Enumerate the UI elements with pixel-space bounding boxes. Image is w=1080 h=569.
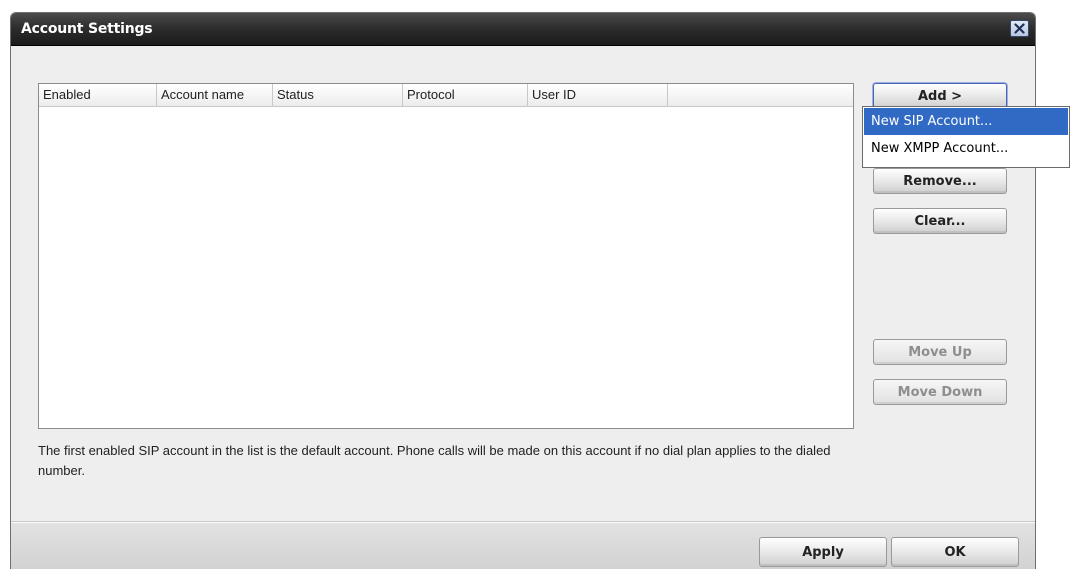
list-header: Enabled Account name Status Protocol Use… (39, 84, 853, 107)
move-up-button[interactable]: Move Up (873, 339, 1007, 365)
remove-button[interactable]: Remove... (873, 168, 1007, 194)
list-body[interactable] (39, 107, 853, 428)
column-header-protocol[interactable]: Protocol (403, 84, 528, 106)
menu-item-new-xmpp-account[interactable]: New XMPP Account... (864, 135, 1068, 162)
ok-button[interactable]: OK (891, 537, 1019, 567)
close-x-icon (1014, 23, 1025, 34)
column-header-user-id[interactable]: User ID (528, 84, 668, 106)
apply-button[interactable]: Apply (759, 537, 887, 567)
close-button[interactable] (1010, 20, 1029, 37)
move-down-button[interactable]: Move Down (873, 379, 1007, 405)
title-bar[interactable]: Account Settings (11, 13, 1035, 46)
column-header-status[interactable]: Status (273, 84, 403, 106)
clear-button[interactable]: Clear... (873, 208, 1007, 234)
help-text: The first enabled SIP account in the lis… (38, 443, 831, 478)
column-header-account-name[interactable]: Account name (157, 84, 273, 106)
accounts-list[interactable]: Enabled Account name Status Protocol Use… (38, 83, 854, 429)
account-settings-dialog: Account Settings Enabled Account name St… (10, 12, 1036, 569)
menu-item-new-sip-account[interactable]: New SIP Account... (864, 108, 1068, 135)
window-title: Account Settings (21, 21, 153, 37)
add-account-menu: New SIP Account... New XMPP Account... (862, 106, 1070, 168)
column-header-enabled[interactable]: Enabled (39, 84, 157, 106)
